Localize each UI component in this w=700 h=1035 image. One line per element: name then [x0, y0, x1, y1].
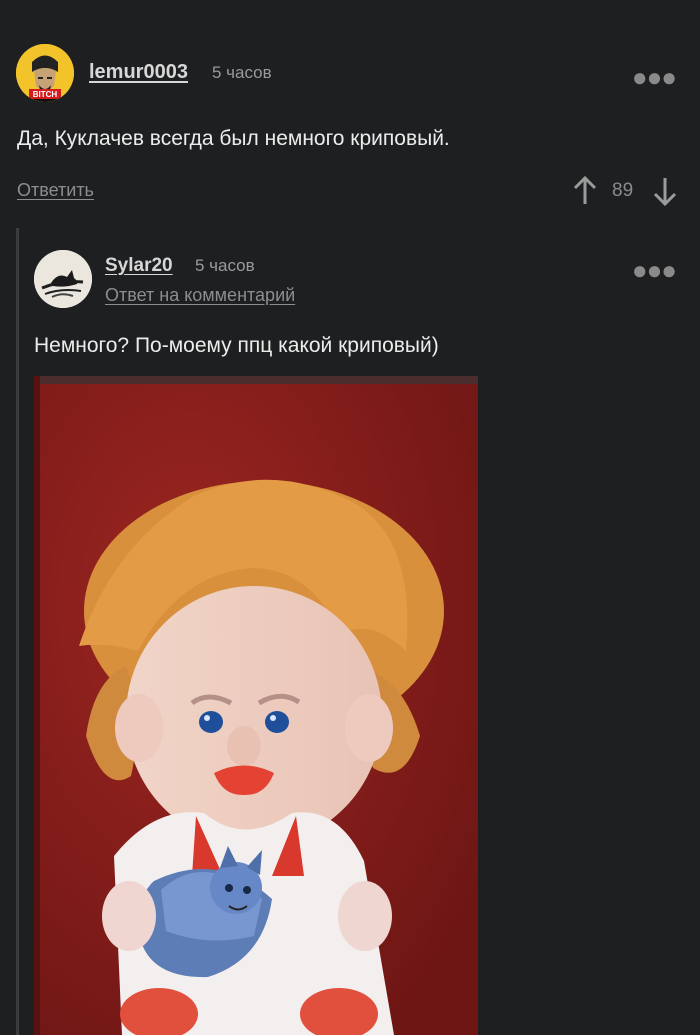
reply-time: 5 часов [195, 256, 255, 275]
thread-line[interactable] [16, 228, 19, 1035]
doll-photo [34, 376, 478, 1035]
avatar-image: BITCH [16, 44, 74, 102]
reply-more-options-icon[interactable]: ●●● [632, 255, 677, 286]
cat-avatar-image [34, 250, 92, 308]
reply-text: Немного? По-моему ппц какой криповый) [34, 334, 439, 357]
avatar-badge-text: BITCH [33, 90, 58, 99]
more-options-icon[interactable]: ●●● [632, 62, 677, 93]
reply-button[interactable]: Ответить [17, 180, 94, 201]
comment-author[interactable]: lemur0003 [89, 61, 188, 84]
arrow-down-icon[interactable] [651, 175, 679, 207]
reply-to-link[interactable]: Ответ на комментарий [105, 285, 295, 306]
avatar[interactable]: BITCH [16, 44, 74, 102]
rating-count: 89 [612, 180, 634, 201]
comment-image[interactable] [34, 376, 478, 1035]
arrow-up-icon[interactable] [571, 175, 599, 207]
reply-author[interactable]: Sylar20 [105, 255, 173, 277]
reply-avatar[interactable] [34, 250, 92, 308]
comment-time: 5 часов [212, 63, 272, 82]
comment-text: Да, Куклачев всегда был немного криповый… [17, 127, 450, 150]
